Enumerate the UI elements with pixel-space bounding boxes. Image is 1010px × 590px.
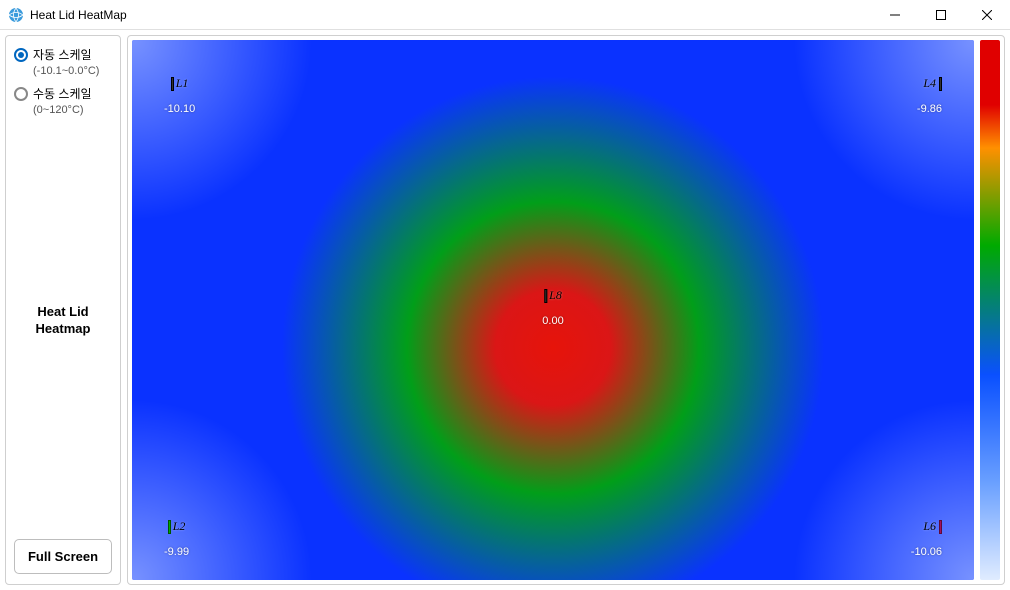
- sensor-l2-value: -9.99: [164, 546, 189, 558]
- window-controls: [872, 0, 1010, 29]
- sidebar-title-line2: Heatmap: [36, 321, 91, 336]
- radio-auto-label: 자동 스케일: [33, 46, 92, 63]
- sensor-mark-icon: [939, 77, 942, 91]
- full-screen-button[interactable]: Full Screen: [14, 539, 112, 574]
- sensor-l1: L1 -10.10: [164, 76, 195, 115]
- sidebar: 자동 스케일 (-10.1~0.0°C) 수동 스케일 (0~120°C) He…: [5, 35, 121, 585]
- sensor-mark-icon: [171, 77, 174, 91]
- radio-auto-range: (-10.1~0.0°C): [33, 65, 112, 77]
- sensor-l4-label: L4: [923, 76, 936, 91]
- window-title: Heat Lid HeatMap: [30, 8, 872, 22]
- sidebar-title-line1: Heat Lid: [37, 304, 88, 319]
- scale-radio-group: 자동 스케일 (-10.1~0.0°C) 수동 스케일 (0~120°C): [14, 46, 112, 124]
- content-area: 자동 스케일 (-10.1~0.0°C) 수동 스케일 (0~120°C) He…: [0, 30, 1010, 590]
- colorbar: [980, 40, 1000, 580]
- heatmap-canvas[interactable]: L1 -10.10 L4 -9.86 L8 0.00 L2 -9.99 L6 -…: [132, 40, 974, 580]
- radio-manual-label: 수동 스케일: [33, 85, 92, 102]
- sensor-l8-value: 0.00: [542, 315, 563, 327]
- radio-auto-scale[interactable]: 자동 스케일: [14, 46, 112, 63]
- sensor-l4: L4 -9.86: [917, 76, 942, 115]
- sensor-l8: L8 0.00: [542, 288, 563, 327]
- sensor-mark-icon: [168, 520, 171, 534]
- radio-dot-icon: [14, 48, 28, 62]
- main-panel: L1 -10.10 L4 -9.86 L8 0.00 L2 -9.99 L6 -…: [127, 35, 1005, 585]
- radio-dot-icon: [14, 87, 28, 101]
- sensor-l1-label: L1: [176, 76, 189, 90]
- sensor-l8-label: L8: [549, 288, 562, 302]
- maximize-button[interactable]: [918, 0, 964, 30]
- close-button[interactable]: [964, 0, 1010, 30]
- sensor-l6-value: -10.06: [911, 546, 942, 558]
- sensor-l1-value: -10.10: [164, 103, 195, 115]
- sensor-l4-value: -9.86: [917, 103, 942, 115]
- sensor-mark-icon: [544, 289, 547, 303]
- radio-manual-scale[interactable]: 수동 스케일: [14, 85, 112, 102]
- sensor-l2: L2 -9.99: [164, 519, 189, 558]
- radio-manual-range: (0~120°C): [33, 104, 112, 116]
- sensor-mark-icon: [939, 520, 942, 534]
- sidebar-title: Heat Lid Heatmap: [36, 304, 91, 338]
- minimize-button[interactable]: [872, 0, 918, 30]
- sensor-l6-label: L6: [923, 519, 936, 534]
- sensor-l2-label: L2: [173, 519, 186, 533]
- sensor-l6: L6 -10.06: [911, 519, 942, 558]
- app-icon: [8, 7, 24, 23]
- titlebar: Heat Lid HeatMap: [0, 0, 1010, 30]
